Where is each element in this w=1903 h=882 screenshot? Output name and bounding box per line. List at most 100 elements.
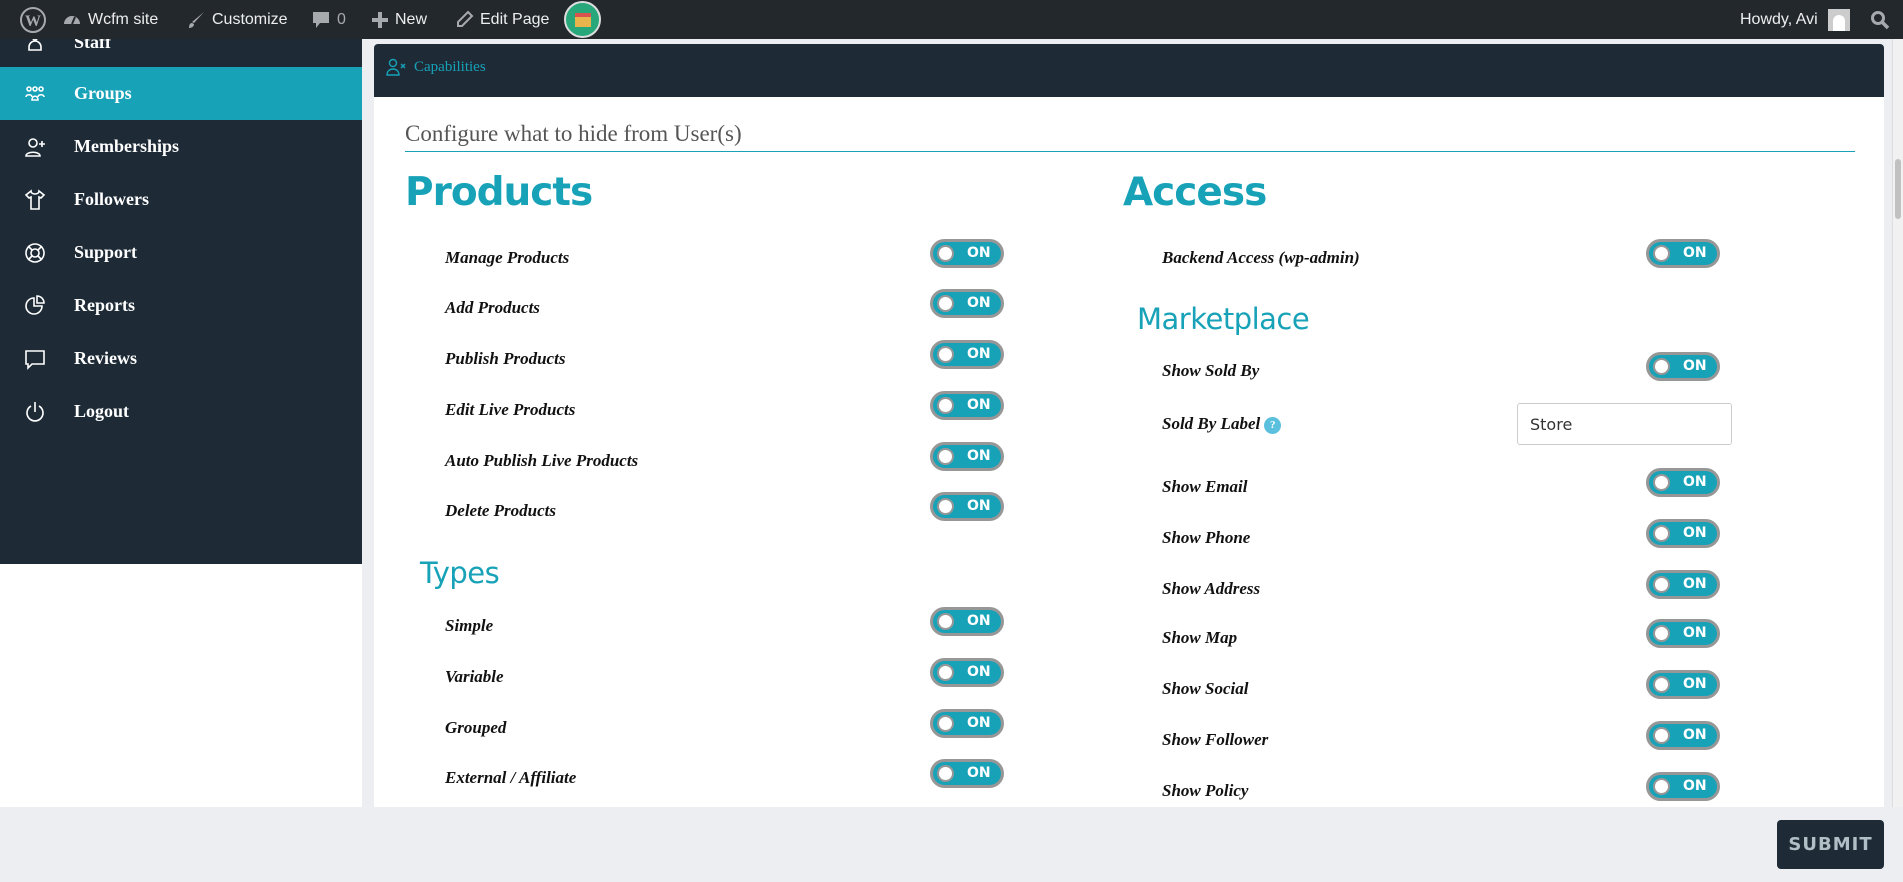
comments-link[interactable]: 0 [311,0,346,39]
toggle-knob [937,664,954,681]
sidebar-item-label: Memberships [74,136,179,156]
sold-by-label-input[interactable] [1517,403,1732,445]
capability-label: Auto Publish Live Products [445,451,639,470]
pie-chart-icon [25,294,45,315]
comments-count: 0 [337,10,346,28]
toggle-knob [937,295,954,312]
capability-label: Show Sold By [1162,361,1260,380]
new-label: New [395,10,428,28]
plus-icon [372,11,388,28]
new-link[interactable]: New [371,0,427,39]
capability-toggle[interactable]: ON [930,442,1004,471]
store-icon [564,1,601,38]
sidebar-item-reports[interactable]: Reports [0,279,362,332]
sidebar-item-logout[interactable]: Logout [0,385,362,438]
capability-label: Delete Products [445,501,556,520]
toggle-state: ON [1683,474,1707,490]
capability-toggle[interactable]: ON [1646,619,1720,648]
capability-toggle[interactable]: ON [930,607,1004,636]
capability-label: Simple [445,616,494,635]
sidebar-item-memberships[interactable]: Memberships [0,120,362,173]
submit-button[interactable]: SUBMIT [1777,820,1884,869]
capability-label: Variable [445,667,504,686]
user-plus-icon [25,137,45,157]
toggle-knob [937,245,954,262]
toggle-state: ON [967,295,991,311]
sidebar-item-reviews[interactable]: Reviews [0,332,362,385]
scrollbar-thumb[interactable] [1895,159,1901,219]
capability-label: Show Policy [1162,781,1249,800]
toggle-state: ON [967,498,991,514]
staff-icon [28,39,42,51]
user-avatar [1827,8,1850,31]
store-avatar-button[interactable] [564,0,601,39]
config-title: Configure what to hide from User(s) [405,121,1855,152]
page-scrollbar[interactable] [1892,39,1903,807]
edit-page-link[interactable]: Edit Page [454,0,549,39]
capability-toggle[interactable]: ON [1646,352,1720,381]
products-heading: Products [405,170,593,215]
sold-by-label-text: Sold By Label [1162,414,1261,433]
dashboard-icon [64,15,80,24]
toggle-knob [937,346,954,363]
capability-toggle[interactable]: ON [1646,570,1720,599]
capability-label: Show Social [1162,679,1249,698]
sidebar-item-label: Followers [74,189,149,209]
capability-toggle[interactable]: ON [930,340,1004,369]
capability-toggle[interactable]: ON [1646,772,1720,801]
capability-toggle[interactable]: ON [1646,519,1720,548]
toggle-state: ON [967,397,991,413]
capability-label: Backend Access (wp-admin) [1162,248,1360,267]
capability-label: Edit Live Products [445,400,576,419]
svg-text:W: W [25,13,41,30]
toggle-state: ON [1683,625,1707,641]
my-account-menu[interactable]: Howdy, Avi [1740,0,1850,39]
capability-toggle[interactable]: ON [930,709,1004,738]
toggle-knob [1653,778,1670,795]
site-name-link[interactable]: Wcfm site [62,0,158,39]
shirt-icon [24,188,46,210]
toggle-state: ON [967,245,991,261]
sidebar-item-followers[interactable]: Followers [0,173,362,226]
toggle-state: ON [967,448,991,464]
capability-toggle[interactable]: ON [1646,670,1720,699]
marketplace-heading: Marketplace [1137,302,1310,336]
access-heading: Access [1123,170,1267,215]
toggle-state: ON [1683,778,1707,794]
toggle-knob [1653,576,1670,593]
sidebar-item-label: Reports [74,295,135,315]
wordpress-logo-icon[interactable]: W [20,0,46,39]
capability-toggle[interactable]: ON [1646,468,1720,497]
tab-capabilities[interactable]: Capabilities [386,58,486,76]
sidebar-item-label: Logout [74,401,130,421]
sidebar-item-label: Groups [74,83,132,103]
toggle-state: ON [967,613,991,629]
toggle-state: ON [1683,676,1707,692]
help-icon[interactable]: ? [1264,416,1282,434]
toggle-knob [1653,474,1670,491]
sidebar-nav: Staff Groups Memberships Followers Support Re… [0,39,362,564]
sidebar-item-groups[interactable]: Groups [0,67,362,120]
site-name: Wcfm site [88,10,159,28]
capability-label: Grouped [445,718,507,737]
capability-toggle[interactable]: ON [1646,239,1720,268]
toggle-knob [937,613,954,630]
capability-label: Show Email [1162,477,1248,496]
capability-toggle[interactable]: ON [930,289,1004,318]
sidebar-item-support[interactable]: Support [0,226,362,279]
capability-toggle[interactable]: ON [930,759,1004,788]
capability-toggle[interactable]: ON [1646,721,1720,750]
capability-toggle[interactable]: ON [930,391,1004,420]
capability-toggle[interactable]: ON [930,658,1004,687]
power-icon [26,401,44,422]
capability-toggle[interactable]: ON [930,239,1004,268]
toggle-knob [1653,625,1670,642]
sidebar-item-staff[interactable]: Staff [0,39,362,69]
admin-bar: W Wcfm site Customize 0 New Edit Page Ho… [0,0,1903,39]
capability-toggle[interactable]: ON [930,492,1004,521]
user-x-icon [386,58,406,76]
panel-header: Capabilities [374,44,1884,97]
search-icon[interactable] [1870,0,1890,39]
customize-link[interactable]: Customize [186,0,288,39]
toggle-knob [937,765,954,782]
